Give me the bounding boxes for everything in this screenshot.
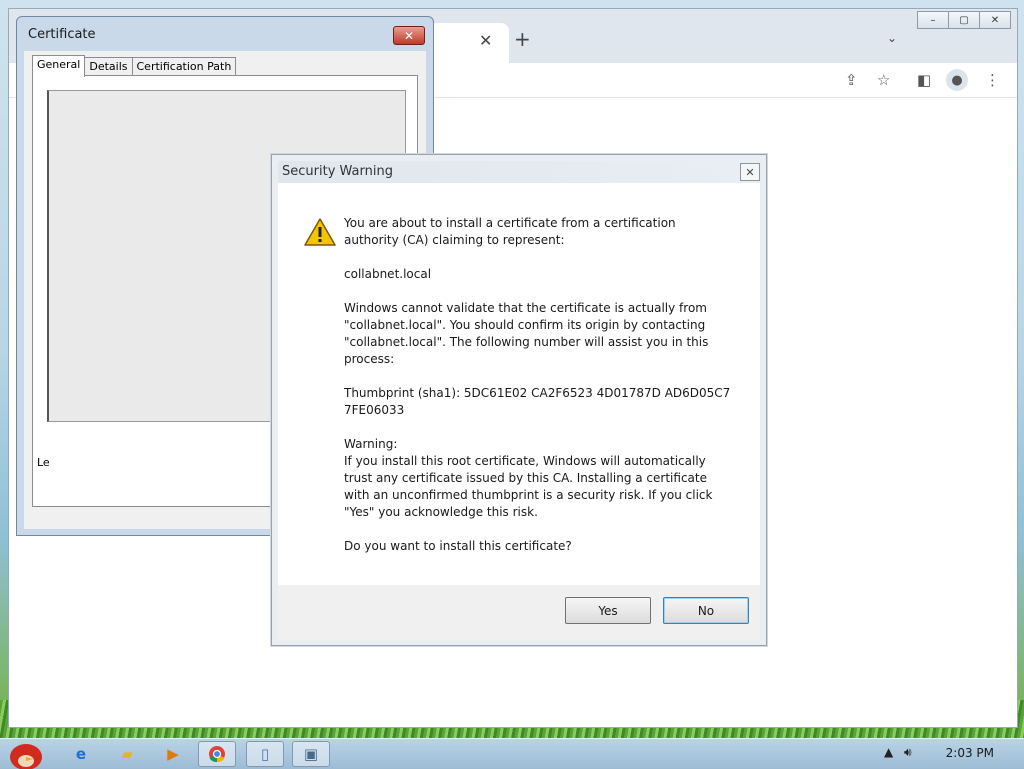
message-subject: collabnet.local (344, 267, 432, 281)
dialog-body: You are about to install a certificate f… (278, 183, 760, 585)
no-button[interactable]: No (663, 597, 749, 624)
yes-button[interactable]: Yes (565, 597, 651, 624)
dialog-close-icon[interactable]: ✕ (740, 163, 760, 181)
share-icon[interactable]: ⇪ (845, 71, 858, 89)
notepad-icon[interactable]: ▯ (246, 741, 284, 767)
taskbar: e ▰ ▶ ▯ ▣ ▲ 🔊︎ 2:03 PM (0, 738, 1024, 769)
message-question: Do you want to install this certificate? (344, 539, 572, 553)
window-icon[interactable]: ▣ (292, 741, 330, 767)
minimize-button[interactable]: – (917, 11, 949, 29)
certificate-partial-label: Le (37, 456, 50, 469)
folder-icon[interactable]: ▰ (108, 741, 146, 767)
tab-search-icon[interactable]: ⌄ (887, 31, 897, 45)
profile-icon[interactable]: ● (946, 69, 968, 91)
tab-close-icon[interactable]: ✕ (479, 31, 492, 50)
media-player-icon[interactable]: ▶ (154, 741, 192, 767)
chrome-icon[interactable] (198, 741, 236, 767)
message-validation: Windows cannot validate that the certifi… (344, 301, 709, 366)
sidebar-icon[interactable]: ◧ (917, 71, 931, 89)
window-controls: – ▢ ✕ (917, 11, 1011, 29)
menu-icon[interactable]: ⋮ (985, 71, 1000, 89)
dialog-titlebar: Security Warning ✕ (278, 161, 760, 183)
security-warning-dialog: Security Warning ✕ You are about to inst… (271, 154, 767, 646)
tab-general[interactable]: General (32, 55, 86, 77)
certificate-title: Certificate (28, 27, 96, 42)
dialog-title: Security Warning (282, 164, 393, 179)
message-warning: Warning: If you install this root certif… (344, 437, 713, 519)
tab-details[interactable]: Details (84, 57, 133, 76)
close-window-button[interactable]: ✕ (979, 11, 1011, 29)
dialog-footer: Yes No (278, 585, 760, 641)
dialog-message: You are about to install a certificate f… (344, 215, 734, 572)
star-icon[interactable]: ☆ (877, 71, 890, 89)
maximize-button[interactable]: ▢ (948, 11, 980, 29)
show-hidden-icons-icon[interactable]: ▲ (884, 745, 893, 759)
volume-icon[interactable]: 🔊︎ (904, 745, 912, 760)
new-tab-button[interactable]: + (514, 27, 531, 51)
warning-icon (304, 218, 336, 246)
close-icon[interactable]: ✕ (393, 26, 425, 45)
internet-explorer-icon[interactable]: e (62, 741, 100, 767)
browser-tab[interactable] (429, 23, 509, 63)
certificate-tabs: General Details Certification Path (32, 55, 237, 77)
clock[interactable]: 2:03 PM (946, 746, 994, 760)
angry-birds-icon[interactable] (4, 739, 48, 769)
message-intro: You are about to install a certificate f… (344, 216, 676, 247)
tab-certification-path[interactable]: Certification Path (131, 57, 237, 76)
message-thumbprint: Thumbprint (sha1): 5DC61E02 CA2F6523 4D0… (344, 386, 731, 417)
